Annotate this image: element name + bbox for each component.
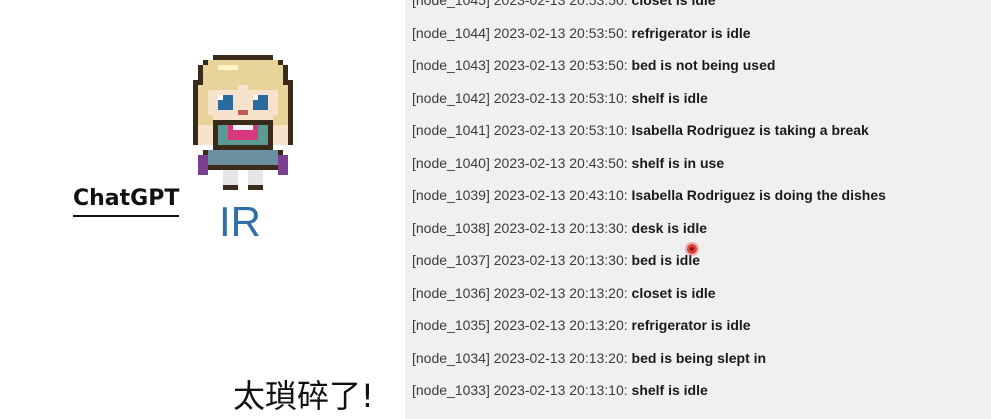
log-entry: [node_1044] 2023-02-13 20:53:50: refrige… <box>405 17 991 50</box>
caption-text: 太瑣碎了! <box>233 377 374 415</box>
log-entry-prefix: [node_1044] 2023-02-13 20:53:50: <box>412 24 632 41</box>
mouse-cursor-icon <box>687 244 697 254</box>
log-entry-prefix: [node_1034] 2023-02-13 20:13:20: <box>412 349 632 366</box>
log-entry: [node_1042] 2023-02-13 20:53:10: shelf i… <box>405 82 991 115</box>
log-entry-message: bed is being slept in <box>631 349 767 366</box>
log-entry: [node_1040] 2023-02-13 20:43:50: shelf i… <box>405 147 991 180</box>
log-entry: [node_1039] 2023-02-13 20:43:10: Isabell… <box>405 179 991 212</box>
log-entry-message: Isabella Rodriguez is doing the dishes <box>631 187 886 203</box>
log-entry-message: bed is idle <box>631 252 700 268</box>
event-log-panel[interactable]: [node_1045] 2023-02-13 20:53:50: closet … <box>405 0 991 419</box>
log-entry-prefix: [node_1045] 2023-02-13 20:53:50: <box>412 0 632 8</box>
log-entry-message: shelf is idle <box>631 89 708 106</box>
log-entry-message: bed is not being used <box>631 57 776 73</box>
log-entry-message: Isabella Rodriguez is taking a break <box>631 122 869 138</box>
log-entry-message: closet is idle <box>631 284 716 301</box>
log-entry-message: refrigerator is idle <box>631 317 751 333</box>
log-entry-prefix: [node_1033] 2023-02-13 20:13:10: <box>412 382 632 398</box>
log-entry-prefix: [node_1043] 2023-02-13 20:53:50: <box>412 57 632 73</box>
log-entry: [node_1035] 2023-02-13 20:13:20: refrige… <box>405 309 991 342</box>
log-entry: [node_1041] 2023-02-13 20:53:10: Isabell… <box>405 114 991 147</box>
log-entry-prefix: [node_1041] 2023-02-13 20:53:10: <box>412 122 632 138</box>
agent-initials: IR <box>219 198 261 245</box>
log-entry-prefix: [node_1042] 2023-02-13 20:53:10: <box>412 89 632 106</box>
log-entry-message: closet is idle <box>631 0 716 8</box>
log-entry: [node_1034] 2023-02-13 20:13:20: bed is … <box>405 342 991 375</box>
log-entry-prefix: [node_1038] 2023-02-13 20:13:30: <box>412 219 632 236</box>
event-log-list: [node_1045] 2023-02-13 20:53:50: closet … <box>405 0 991 407</box>
log-entry: [node_1038] 2023-02-13 20:13:30: desk is… <box>405 212 991 245</box>
log-entry: [node_1043] 2023-02-13 20:53:50: bed is … <box>405 49 991 82</box>
slide: ChatGPT IR 太瑣碎了! [node_1045] 2023-02-13 … <box>0 0 991 419</box>
log-entry-prefix: [node_1037] 2023-02-13 20:13:30: <box>412 252 632 268</box>
chatgpt-label: ChatGPT <box>73 185 180 217</box>
pixel-girl-sprite-icon <box>193 55 293 190</box>
log-entry-message: refrigerator is idle <box>631 24 751 41</box>
log-entry-prefix: [node_1035] 2023-02-13 20:13:20: <box>412 317 632 333</box>
log-entry-prefix: [node_1039] 2023-02-13 20:43:10: <box>412 187 632 203</box>
log-entry-prefix: [node_1040] 2023-02-13 20:43:50: <box>412 154 632 171</box>
log-entry-message: shelf is in use <box>631 154 725 171</box>
log-entry: [node_1045] 2023-02-13 20:53:50: closet … <box>405 0 991 17</box>
log-entry-message: shelf is idle <box>631 382 708 398</box>
log-entry: [node_1037] 2023-02-13 20:13:30: bed is … <box>405 244 991 277</box>
log-entry-message: desk is idle <box>631 219 708 236</box>
log-entry: [node_1036] 2023-02-13 20:13:20: closet … <box>405 277 991 310</box>
log-entry: [node_1033] 2023-02-13 20:13:10: shelf i… <box>405 374 991 407</box>
log-entry-prefix: [node_1036] 2023-02-13 20:13:20: <box>412 284 632 301</box>
